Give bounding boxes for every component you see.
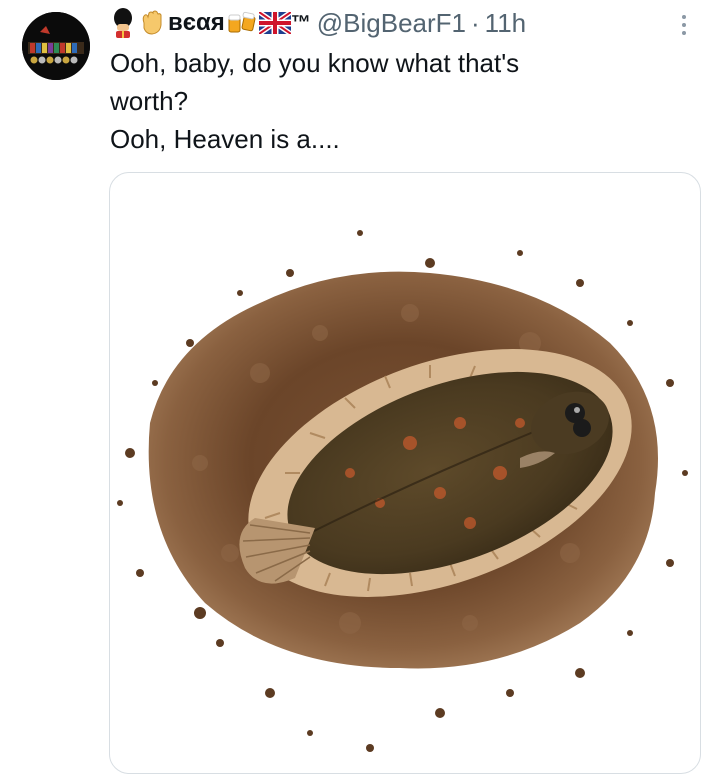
waving-hand-emoji-icon [138, 9, 166, 37]
timestamp[interactable]: 11h [485, 8, 526, 39]
author-handle[interactable]: @BigBearF1 [317, 8, 466, 39]
tweet-media[interactable] [109, 172, 701, 774]
royal-guard-emoji-icon [110, 8, 136, 38]
tweet-text-line: worth? [110, 86, 189, 116]
tweet-text-line: Ooh, Heaven is a.... [110, 124, 340, 154]
flounder-on-soil-image [117, 230, 688, 752]
trademark-symbol: ™ [290, 11, 311, 34]
separator: · [471, 7, 480, 38]
union-jack-flag-emoji-icon [258, 12, 291, 34]
tweet-header: ʙєαя ™ @BigBearF1 · 11h [110, 6, 526, 40]
tweet-text-line: Ooh, baby, do you know what that's [110, 48, 520, 78]
avatar-medals-icon [22, 12, 90, 80]
clinking-beer-mugs-emoji-icon [227, 10, 257, 36]
avatar[interactable] [22, 12, 90, 80]
author-name[interactable]: ʙєαя [168, 9, 225, 37]
tweet-text: Ooh, baby, do you know what that's worth… [110, 44, 690, 158]
more-options-icon[interactable] [672, 10, 696, 40]
